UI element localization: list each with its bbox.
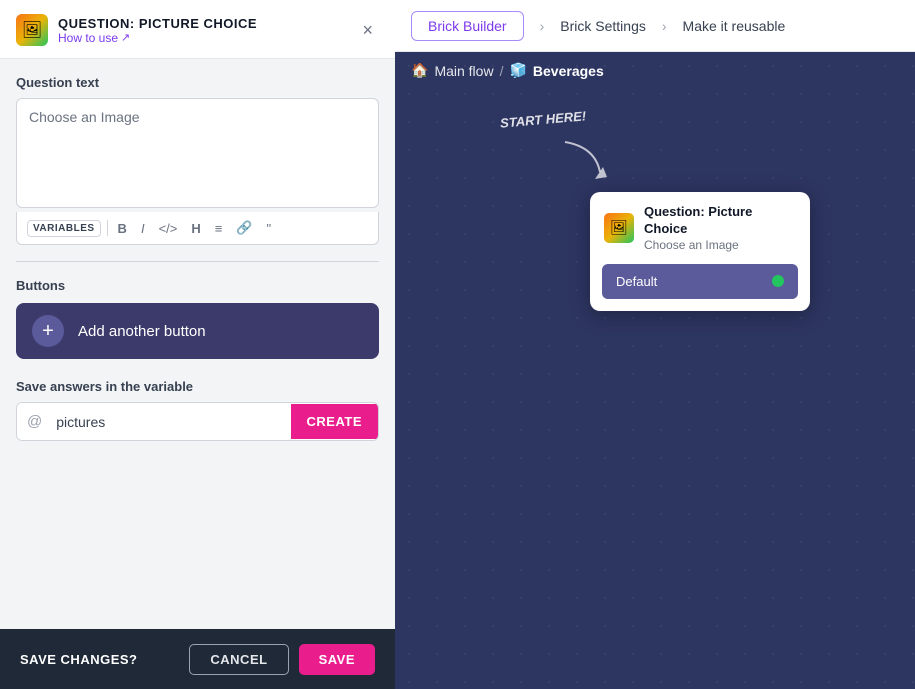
panel-header: 🖼 QUESTION: PICTURE CHOICE How to use ↗ …: [0, 0, 395, 59]
question-textarea[interactable]: Choose an Image: [16, 98, 379, 208]
home-icon: 🏠: [411, 62, 428, 79]
bottom-bar: SAVE CHANGES? CANCEL SAVE: [0, 629, 395, 689]
variables-button[interactable]: VARIABLES: [27, 220, 101, 237]
brick-builder-tab[interactable]: Brick Builder: [411, 11, 524, 41]
external-link-icon: ↗: [121, 31, 130, 44]
italic-button[interactable]: I: [137, 219, 149, 238]
panel-title: QUESTION: PICTURE CHOICE: [58, 16, 346, 31]
card-subtitle: Choose an Image: [644, 238, 796, 252]
at-symbol: @: [17, 403, 52, 440]
add-another-button[interactable]: + Add another button: [16, 303, 379, 359]
toolbar-divider: [107, 220, 108, 236]
buttons-label: Buttons: [16, 278, 379, 293]
breadcrumb-current: Beverages: [533, 63, 604, 79]
nav-sep-1: ›: [540, 18, 545, 34]
add-button-label: Add another button: [78, 323, 206, 340]
variable-input[interactable]: [52, 404, 290, 440]
card-default-row[interactable]: Default: [602, 264, 798, 299]
plus-icon: +: [32, 315, 64, 347]
canvas-card: 🖼 Question: Picture Choice Choose an Ima…: [590, 192, 810, 311]
panel-body: Question text Choose an Image VARIABLES …: [0, 59, 395, 689]
divider-1: [16, 261, 379, 262]
list-button[interactable]: ≡: [211, 219, 227, 238]
variable-input-row: @ CREATE: [16, 402, 379, 441]
editor-toolbar: VARIABLES B I </> H ≡ 🔗 ": [16, 212, 379, 245]
canvas: 🏠 Main flow / 🧊 Beverages START HERE! 🖼 …: [395, 52, 915, 689]
how-to-use-link[interactable]: How to use ↗: [58, 31, 346, 45]
start-here-arrow: [555, 137, 615, 187]
variable-label: Save answers in the variable: [16, 379, 379, 394]
create-button[interactable]: CREATE: [291, 404, 378, 439]
cancel-button[interactable]: CANCEL: [189, 644, 288, 675]
breadcrumb: 🏠 Main flow / 🧊 Beverages: [395, 52, 915, 89]
nav-sep-2: ›: [662, 18, 667, 34]
code-button[interactable]: </>: [155, 219, 182, 238]
panel-icon: 🖼: [16, 14, 48, 46]
nav-brick-settings[interactable]: Brick Settings: [560, 18, 646, 34]
start-here-annotation: START HERE!: [500, 108, 587, 130]
close-button[interactable]: ×: [356, 18, 379, 43]
variable-section: Save answers in the variable @ CREATE: [16, 379, 379, 441]
save-button[interactable]: SAVE: [299, 644, 375, 675]
link-button[interactable]: 🔗: [232, 218, 256, 238]
save-changes-label: SAVE CHANGES?: [20, 652, 138, 667]
card-icon: 🖼: [604, 213, 634, 243]
quote-button[interactable]: ": [263, 219, 276, 238]
breadcrumb-main[interactable]: Main flow: [434, 63, 493, 79]
question-text-label: Question text: [16, 75, 379, 90]
nav-make-reusable[interactable]: Make it reusable: [683, 18, 786, 34]
green-dot-icon: [772, 275, 784, 287]
bold-button[interactable]: B: [114, 219, 131, 238]
cloud-icon: 🧊: [509, 62, 526, 79]
card-header: 🖼 Question: Picture Choice Choose an Ima…: [590, 192, 810, 264]
heading-button[interactable]: H: [187, 219, 204, 238]
card-default-label: Default: [616, 274, 657, 289]
breadcrumb-sep: /: [500, 63, 504, 79]
bottom-actions: CANCEL SAVE: [189, 644, 375, 675]
card-title: Question: Picture Choice: [644, 204, 796, 238]
